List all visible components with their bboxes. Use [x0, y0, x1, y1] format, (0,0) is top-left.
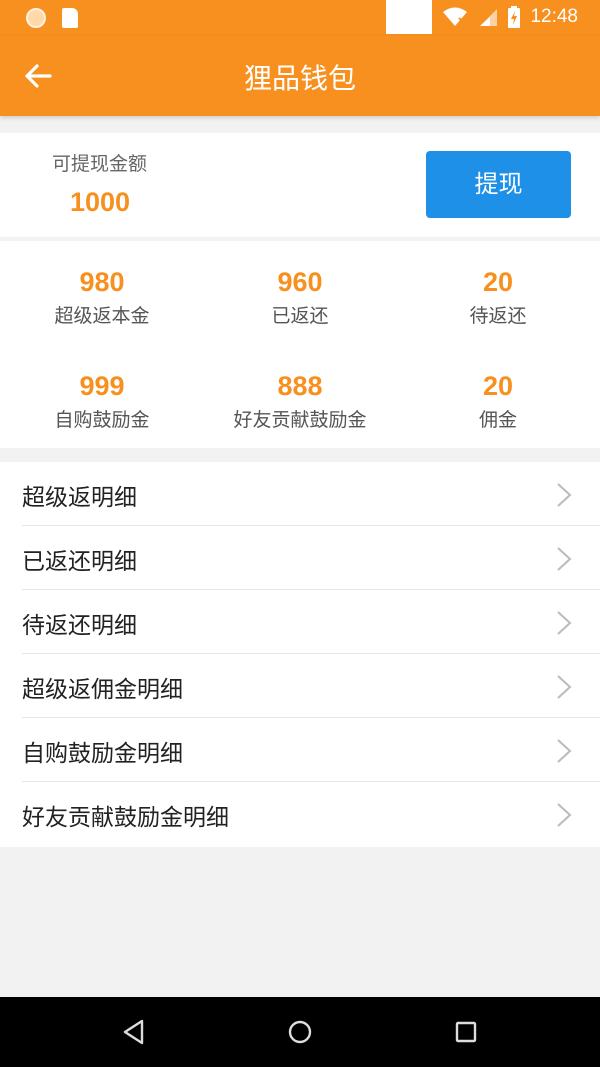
chevron-right-icon	[557, 803, 572, 827]
menu-item-self-purchase-bonus-detail[interactable]: 自购鼓励金明细	[22, 718, 600, 782]
menu-item-label: 超级返佣金明细	[22, 677, 183, 703]
status-bar: 12:48	[0, 0, 600, 36]
stat-super-principal: 980 超级返本金	[2, 265, 202, 328]
nav-recents-button[interactable]	[454, 1019, 478, 1049]
wifi-icon	[442, 6, 468, 28]
nav-back-button[interactable]	[122, 1019, 146, 1049]
battery-charging-icon	[508, 6, 521, 28]
menu-item-label: 好友贡献鼓励金明细	[22, 805, 229, 831]
withdrawable-balance-card: 可提现金额 1000 提现	[0, 133, 600, 237]
stat-label: 佣金	[478, 409, 517, 431]
notification-icons	[26, 8, 78, 28]
chevron-right-icon	[557, 675, 572, 699]
signal-icon	[478, 7, 498, 27]
system-icons: 12:48	[442, 6, 578, 28]
stat-label: 好友贡献鼓励金	[233, 409, 367, 431]
stat-self-purchase-bonus: 999 自购鼓励金	[2, 369, 202, 432]
page-title: 狸品钱包	[243, 62, 356, 95]
withdrawable-amount: 1000	[70, 187, 131, 217]
triangle-back-icon	[123, 1019, 144, 1045]
menu-item-super-return-detail[interactable]: 超级返明细	[22, 462, 600, 526]
withdraw-button[interactable]: 提现	[426, 151, 571, 218]
app-bar: 狸品钱包	[0, 36, 600, 116]
stat-returned: 960 已返还	[200, 265, 400, 328]
stat-label: 已返还	[271, 305, 329, 327]
stat-value: 888	[277, 371, 323, 401]
menu-item-friend-contribution-bonus-detail[interactable]: 好友贡献鼓励金明细	[22, 782, 600, 845]
menu-item-returned-detail[interactable]: 已返还明细	[22, 526, 600, 590]
menu-item-super-return-commission-detail[interactable]: 超级返佣金明细	[22, 654, 600, 718]
chevron-right-icon	[557, 739, 572, 763]
stat-pending-return: 20 待返还	[398, 265, 598, 328]
stat-friend-contribution-bonus: 888 好友贡献鼓励金	[200, 369, 400, 432]
status-placeholder-box	[386, 0, 432, 34]
nav-home-button[interactable]	[287, 1019, 313, 1049]
menu-item-label: 待返还明细	[22, 613, 137, 639]
stat-label: 自购鼓励金	[54, 409, 150, 431]
notification-dot-icon	[26, 8, 46, 28]
withdrawable-label: 可提现金额	[52, 153, 148, 175]
chevron-right-icon	[557, 547, 572, 571]
stat-label: 超级返本金	[54, 305, 150, 327]
stat-value: 20	[482, 267, 514, 297]
stat-value: 999	[79, 371, 125, 401]
menu-item-label: 超级返明细	[22, 485, 137, 511]
chevron-right-icon	[557, 483, 572, 507]
stat-label: 待返还	[469, 305, 527, 327]
sd-card-icon	[62, 8, 78, 28]
menu-item-pending-return-detail[interactable]: 待返还明细	[22, 590, 600, 654]
stat-value: 20	[482, 371, 514, 401]
stat-value: 980	[79, 267, 125, 297]
detail-menu-list: 超级返明细 已返还明细 待返还明细 超级返佣金明细 自购鼓励金明细 好友贡献鼓励…	[0, 462, 600, 847]
circle-home-icon	[288, 1020, 312, 1044]
stats-grid: 980 超级返本金 960 已返还 20 待返还 999 自购鼓励金 888 好…	[0, 241, 600, 448]
menu-item-label: 自购鼓励金明细	[22, 741, 183, 767]
chevron-right-icon	[557, 611, 572, 635]
stat-value: 960	[277, 267, 323, 297]
system-navigation-bar	[0, 997, 600, 1067]
stat-commission: 20 佣金	[398, 369, 598, 432]
clock: 12:48	[530, 6, 578, 27]
square-recents-icon	[455, 1021, 477, 1043]
menu-item-label: 已返还明细	[22, 549, 137, 575]
